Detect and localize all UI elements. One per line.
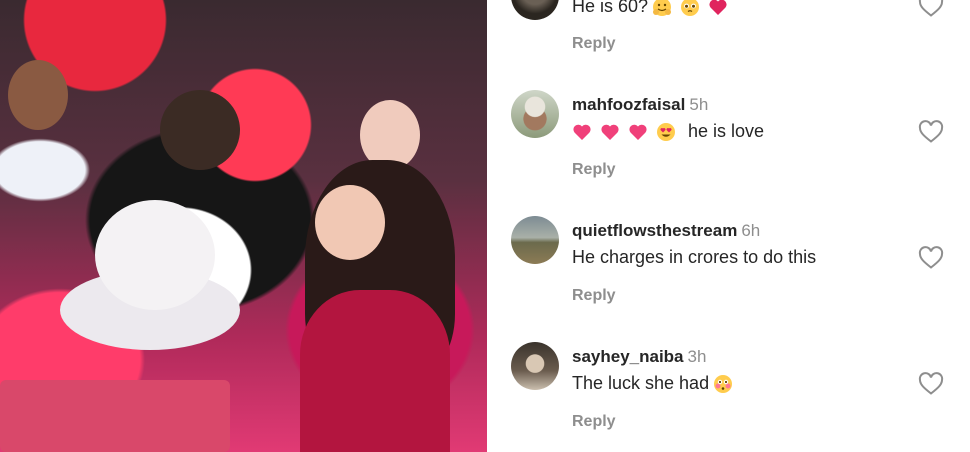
media-figure	[160, 90, 240, 170]
username[interactable]: quietflowsthestream	[572, 221, 737, 240]
like-heart-icon[interactable]	[918, 372, 944, 396]
like-heart-icon[interactable]	[918, 0, 944, 18]
reply-button[interactable]: Reply	[572, 161, 616, 179]
avatar[interactable]	[511, 342, 559, 390]
comment-body: The luck she had	[572, 373, 710, 393]
pink-heart-icon	[572, 122, 592, 142]
red-heart-icon	[708, 0, 728, 17]
post-media[interactable]	[0, 0, 487, 452]
like-heart-icon[interactable]	[918, 120, 944, 144]
comment-body: He charges in crores to do this	[572, 247, 817, 267]
pink-heart-icon	[628, 122, 648, 142]
comment-username[interactable]: sayhey_naiba 3h	[572, 347, 706, 367]
media-figure	[300, 290, 450, 452]
comment-body: He is 60?	[572, 0, 649, 16]
hugging-face-icon	[652, 0, 672, 17]
comments-panel: He is 60? Reply mahfoozfaisal 5h he is lo…	[487, 0, 970, 452]
avatar[interactable]	[511, 0, 559, 20]
comment-time: 3h	[687, 347, 707, 366]
flushed-face-icon	[713, 374, 733, 394]
comment-body: he is love	[688, 121, 765, 141]
comment-username[interactable]: quietflowsthestream 6h	[572, 221, 760, 241]
comment-username[interactable]: mahfoozfaisal 5h	[572, 95, 708, 115]
comment-text: He charges in crores to do this	[572, 247, 816, 268]
pink-heart-icon	[600, 122, 620, 142]
comment-time: 5h	[689, 95, 709, 114]
reply-button[interactable]: Reply	[572, 35, 616, 53]
comment-text: The luck she had	[572, 373, 737, 394]
reply-button[interactable]: Reply	[572, 287, 616, 305]
pleading-face-icon	[680, 0, 700, 17]
media-figure	[8, 60, 68, 130]
reply-button[interactable]: Reply	[572, 413, 616, 431]
media-figure	[315, 185, 385, 260]
avatar[interactable]	[511, 216, 559, 264]
comment-text: he is love	[572, 121, 764, 142]
comment-time: 6h	[741, 221, 761, 240]
avatar[interactable]	[511, 90, 559, 138]
comment-text: He is 60?	[572, 0, 732, 17]
media-table	[0, 380, 230, 452]
username[interactable]: mahfoozfaisal	[572, 95, 685, 114]
username[interactable]: sayhey_naiba	[572, 347, 684, 366]
media-teddy	[95, 200, 215, 310]
heart-eyes-icon	[656, 122, 676, 142]
like-heart-icon[interactable]	[918, 246, 944, 270]
